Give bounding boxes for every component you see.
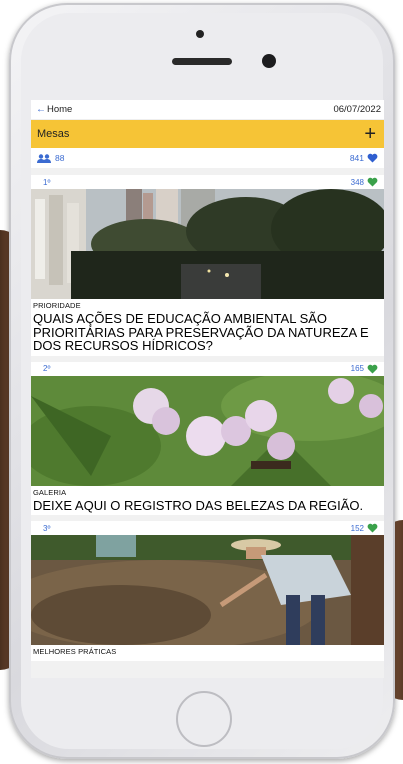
card-question: DEIXE AQUI O REGISTRO DAS BELEZAS DA REG… — [33, 497, 364, 513]
card-rank: 1º — [43, 177, 51, 187]
heart-icon — [367, 364, 378, 374]
earpiece-speaker — [172, 58, 232, 65]
header-date: 06/07/2022 — [333, 104, 381, 115]
people-icon — [37, 153, 51, 163]
topic-card[interactable]: 3º 152 MELHORES PRÁTICAS — [31, 521, 384, 661]
card-category: GALERIA — [33, 487, 67, 497]
participants-count: 88 — [55, 153, 65, 163]
back-label: Home — [47, 104, 73, 115]
page-title: Mesas — [37, 128, 70, 140]
compost-people-photo — [31, 535, 384, 645]
card-question — [31, 656, 384, 661]
flowers-photo — [31, 375, 384, 486]
back-link[interactable]: ← Home — [36, 104, 72, 115]
card-header: 1º 348 — [31, 175, 384, 189]
card-question: QUAIS AÇÕES DE EDUCAÇÃO AMBIENTAL SÃO PR… — [33, 311, 369, 353]
likes-total[interactable]: 841 — [350, 153, 378, 163]
topic-card[interactable]: 2º 165 GALERIA DEIXE AQUI O REGISTRO DAS… — [31, 361, 384, 515]
card-category: MELHORES PRÁTICAS — [33, 647, 117, 656]
card-header: 2º 165 — [31, 362, 384, 376]
arrow-left-icon: ← — [36, 104, 46, 115]
card-rank: 3º — [43, 523, 51, 533]
stage: ← Home 06/07/2022 Mesas + 88 841 1º 348 … — [0, 0, 403, 764]
front-camera-dot — [196, 30, 204, 38]
app-screen: ← Home 06/07/2022 Mesas + 88 841 1º 348 … — [31, 100, 384, 678]
stats-bar: 88 841 — [31, 148, 384, 168]
plus-icon[interactable]: + — [364, 124, 376, 144]
card-rank: 2º — [43, 364, 51, 373]
card-likes-count: 165 — [350, 364, 364, 373]
likes-total-count: 841 — [349, 153, 364, 163]
heart-icon — [367, 177, 378, 187]
card-likes[interactable]: 165 — [351, 364, 378, 374]
card-likes-count: 152 — [350, 523, 364, 533]
front-camera-lens — [262, 54, 276, 68]
heart-icon — [367, 523, 378, 533]
top-bar: ← Home 06/07/2022 — [31, 100, 384, 120]
card-likes[interactable]: 348 — [351, 177, 378, 187]
card-likes-count: 348 — [350, 177, 364, 187]
heart-icon — [367, 153, 378, 163]
card-header: 3º 152 — [31, 521, 384, 535]
title-bar: Mesas + — [31, 120, 384, 148]
home-button[interactable] — [176, 691, 232, 747]
city-trees-photo — [31, 189, 384, 299]
card-likes[interactable]: 152 — [351, 523, 378, 533]
card-category: PRIORIDADE — [33, 301, 81, 310]
topic-card[interactable]: 1º 348 PRIORIDADE QUAIS AÇÕES DE EDUCAÇÃ… — [31, 175, 384, 356]
